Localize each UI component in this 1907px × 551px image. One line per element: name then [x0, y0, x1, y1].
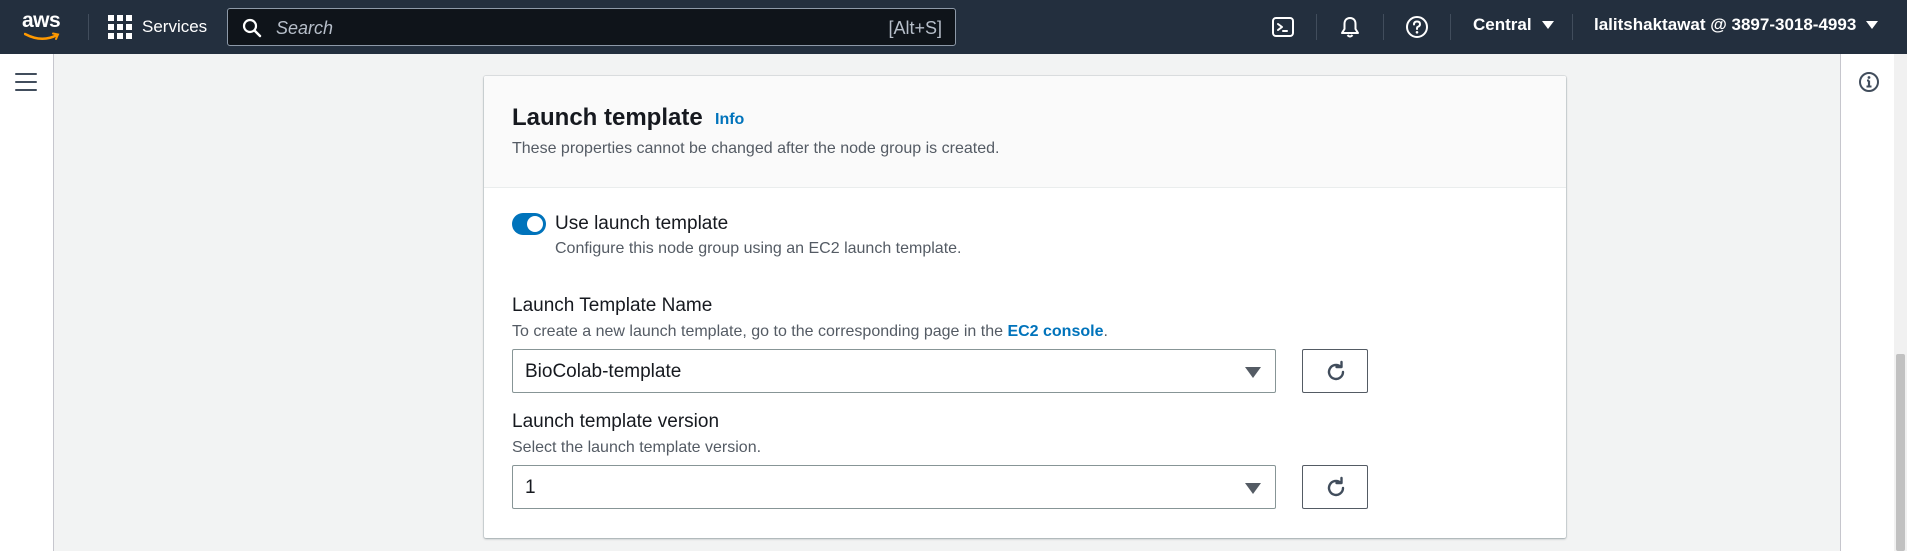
search-shortcut: [Alt+S]: [888, 18, 942, 38]
help-icon[interactable]: [1405, 15, 1429, 39]
template-name-select[interactable]: BioColab-template: [512, 349, 1276, 393]
nav-divider: [1316, 14, 1317, 40]
grid-icon: [108, 15, 132, 39]
toggle-label: Use launch template: [555, 213, 729, 234]
aws-logo-text: aws: [22, 9, 61, 32]
container-header: Launch template Info These properties ca…: [484, 76, 1566, 188]
search-icon: [242, 18, 262, 38]
bell-icon[interactable]: [1338, 15, 1362, 39]
left-side-rail: [0, 54, 54, 551]
refresh-templates-button[interactable]: [1302, 349, 1368, 393]
section-description: These properties cannot be changed after…: [512, 140, 1000, 157]
aws-logo[interactable]: aws: [20, 9, 66, 42]
template-name-description-text: To create a new launch template, go to t…: [512, 323, 1008, 340]
page-scrollbar[interactable]: [1894, 54, 1907, 551]
template-name-label: Launch Template Name: [512, 295, 713, 316]
region-label: Central: [1473, 15, 1532, 34]
launch-template-container: Launch template Info These properties ca…: [484, 76, 1566, 538]
caret-down-icon: [1866, 21, 1879, 29]
nav-divider: [1383, 14, 1384, 40]
nav-divider: [1572, 14, 1573, 40]
toggle-knob: [527, 216, 543, 232]
search-placeholder: Search: [276, 18, 334, 38]
caret-down-icon: [1541, 21, 1554, 29]
template-name-description-suffix: .: [1103, 323, 1108, 340]
top-navigation: aws Services Search [Alt+S] Central lali…: [0, 0, 1907, 54]
refresh-icon: [1327, 360, 1345, 381]
dropdown-triangle-icon: [1245, 483, 1261, 494]
template-version-description: Select the launch template version.: [512, 439, 762, 456]
account-menu[interactable]: lalitshaktawat @ 3897-3018-4993: [1594, 15, 1879, 35]
nav-divider: [88, 14, 89, 40]
template-version-select[interactable]: 1: [512, 465, 1276, 509]
services-menu-button[interactable]: Services: [108, 15, 207, 39]
region-selector[interactable]: Central: [1473, 15, 1554, 35]
nav-divider: [1450, 14, 1451, 40]
info-link[interactable]: Info: [715, 111, 744, 129]
account-label: lalitshaktawat @ 3897-3018-4993: [1594, 15, 1857, 34]
template-name-value: BioColab-template: [525, 361, 682, 382]
template-version-label: Launch template version: [512, 411, 720, 432]
section-title: Launch template: [512, 104, 703, 131]
scrollbar-thumb[interactable]: [1896, 354, 1905, 551]
refresh-icon: [1327, 476, 1345, 497]
refresh-versions-button[interactable]: [1302, 465, 1368, 509]
toggle-description: Configure this node group using an EC2 l…: [555, 240, 962, 257]
template-version-value: 1: [525, 477, 536, 498]
services-label: Services: [142, 17, 208, 36]
ec2-console-link[interactable]: EC2 console: [1007, 323, 1103, 340]
aws-smile-icon: [24, 32, 60, 40]
template-name-description: To create a new launch template, go to t…: [512, 323, 1108, 341]
info-panel-icon[interactable]: [1858, 71, 1880, 93]
cloudshell-icon[interactable]: [1271, 15, 1295, 39]
use-launch-template-toggle[interactable]: [512, 213, 546, 235]
hamburger-menu-icon[interactable]: [15, 73, 37, 97]
search-input[interactable]: Search [Alt+S]: [227, 8, 956, 46]
dropdown-triangle-icon: [1245, 367, 1261, 378]
right-side-rail: [1840, 54, 1894, 551]
